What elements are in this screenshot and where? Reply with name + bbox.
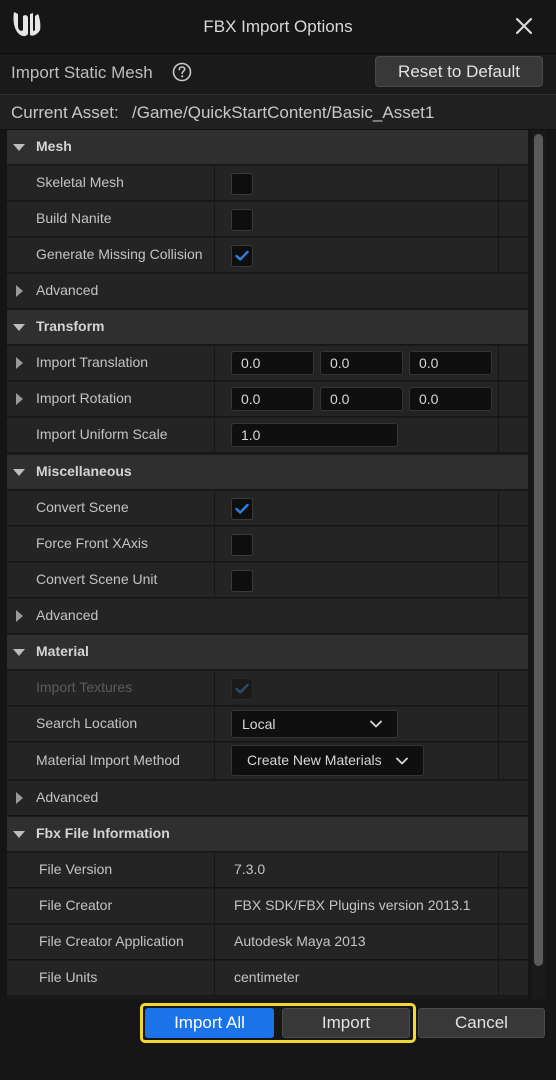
property-label: Convert Scene Unit	[36, 571, 158, 587]
checkmark-icon	[235, 250, 249, 261]
close-icon[interactable]	[512, 14, 536, 38]
uniform-scale-input[interactable]: 1.0	[231, 423, 398, 447]
category-label: Mesh	[36, 138, 72, 154]
convert-scene-unit-checkbox[interactable]	[231, 570, 253, 592]
property-value: 7.3.0	[234, 861, 266, 877]
expand-arrow-icon	[16, 792, 23, 804]
search-location-dropdown[interactable]: Local	[231, 710, 398, 738]
rotation-y-input[interactable]: 0.0	[320, 387, 403, 411]
category-label: Fbx File Information	[36, 825, 170, 841]
advanced-row-mesh[interactable]: Advanced	[7, 274, 528, 309]
properties-panel: Mesh Skeletal Mesh Build Nanite Generate…	[7, 130, 528, 999]
window-title: FBX Import Options	[203, 17, 353, 36]
property-row-convert-scene-unit: Convert Scene Unit	[7, 563, 528, 598]
chevron-down-icon	[370, 720, 382, 728]
category-material[interactable]: Material	[7, 635, 528, 670]
property-row-build-nanite: Build Nanite	[7, 202, 528, 237]
expand-arrow-icon	[16, 285, 23, 297]
cancel-button[interactable]: Cancel	[418, 1008, 545, 1038]
category-mesh[interactable]: Mesh	[7, 130, 528, 165]
scrollbar-thumb[interactable]	[534, 134, 543, 966]
property-value: FBX SDK/FBX Plugins version 2013.1	[234, 897, 471, 913]
property-label: File Version	[39, 861, 113, 877]
advanced-label: Advanced	[36, 789, 99, 805]
property-row-import-translation: Import Translation 0.0 0.0 0.0	[7, 346, 528, 381]
reset-to-default-button[interactable]: Reset to Default	[375, 56, 543, 87]
expand-arrow-icon	[16, 610, 23, 622]
collapse-arrow-icon	[13, 144, 25, 151]
property-label: Convert Scene	[36, 499, 129, 515]
property-label: File Creator Application	[39, 933, 184, 949]
chevron-down-icon	[396, 757, 408, 765]
category-fbx-file-information[interactable]: Fbx File Information	[7, 817, 528, 852]
property-label: Search Location	[36, 715, 138, 731]
property-label: Build Nanite	[36, 210, 112, 226]
property-row-force-front-xaxis: Force Front XAxis	[7, 527, 528, 562]
force-front-xaxis-checkbox[interactable]	[231, 534, 253, 556]
advanced-row-material[interactable]: Advanced	[7, 781, 528, 816]
import-all-button[interactable]: Import All	[145, 1008, 274, 1038]
checkmark-icon	[235, 683, 249, 694]
rotation-x-input[interactable]: 0.0	[231, 387, 314, 411]
collapse-arrow-icon	[13, 324, 25, 331]
current-asset-label: Current Asset:	[11, 103, 119, 122]
property-value: centimeter	[234, 969, 300, 985]
property-label: Material Import Method	[36, 752, 180, 768]
property-label: Import Translation	[36, 354, 149, 370]
property-row-skeletal-mesh: Skeletal Mesh	[7, 166, 528, 201]
property-label: Import Uniform Scale	[36, 426, 168, 442]
checkmark-icon	[235, 503, 249, 514]
property-row-file-units: File Units centimeter	[7, 961, 528, 996]
current-asset-row: Current Asset: /Game/QuickStartContent/B…	[0, 94, 556, 130]
expand-arrow-icon[interactable]	[16, 393, 23, 405]
dropdown-value: Local	[242, 716, 276, 732]
advanced-label: Advanced	[36, 607, 99, 623]
property-label: Skeletal Mesh	[36, 174, 124, 190]
property-row-file-creator: File Creator FBX SDK/FBX Plugins version…	[7, 889, 528, 924]
generate-collision-checkbox[interactable]	[231, 245, 253, 267]
property-row-import-rotation: Import Rotation 0.0 0.0 0.0	[7, 382, 528, 417]
help-icon[interactable]	[172, 62, 192, 82]
property-row-file-version: File Version 7.3.0	[7, 853, 528, 888]
import-textures-checkbox	[231, 678, 253, 700]
import-button[interactable]: Import	[282, 1008, 410, 1038]
property-value: Autodesk Maya 2013	[234, 933, 366, 949]
property-row-material-import-method: Material Import Method Create New Materi…	[7, 743, 528, 780]
collapse-arrow-icon	[13, 831, 25, 838]
category-label: Miscellaneous	[36, 463, 132, 479]
property-label: Generate Missing Collision	[36, 246, 203, 262]
rotation-z-input[interactable]: 0.0	[409, 387, 492, 411]
title-bar: FBX Import Options	[0, 0, 556, 54]
category-miscellaneous[interactable]: Miscellaneous	[7, 455, 528, 490]
property-row-uniform-scale: Import Uniform Scale 1.0	[7, 418, 528, 453]
convert-scene-checkbox[interactable]	[231, 498, 253, 520]
property-label: File Creator	[39, 897, 113, 913]
translation-x-input[interactable]: 0.0	[231, 351, 314, 375]
property-row-convert-scene: Convert Scene	[7, 491, 528, 526]
collapse-arrow-icon	[13, 649, 25, 656]
property-row-import-textures: Import Textures	[7, 671, 528, 706]
property-label: Import Rotation	[36, 390, 132, 406]
translation-y-input[interactable]: 0.0	[320, 351, 403, 375]
property-row-generate-collision: Generate Missing Collision	[7, 238, 528, 273]
advanced-row-misc[interactable]: Advanced	[7, 599, 528, 634]
current-asset-path: /Game/QuickStartContent/Basic_Asset1	[132, 103, 435, 122]
dropdown-value: Create New Materials	[247, 752, 382, 768]
collapse-arrow-icon	[13, 469, 25, 476]
property-label: Force Front XAxis	[36, 535, 149, 551]
property-label: File Units	[39, 969, 98, 985]
skeletal-mesh-checkbox[interactable]	[231, 173, 253, 195]
property-row-file-creator-application: File Creator Application Autodesk Maya 2…	[7, 925, 528, 960]
category-label: Transform	[36, 318, 105, 334]
build-nanite-checkbox[interactable]	[231, 209, 253, 231]
category-transform[interactable]: Transform	[7, 310, 528, 345]
property-label: Import Textures	[36, 679, 133, 695]
translation-z-input[interactable]: 0.0	[409, 351, 492, 375]
import-type-label: Import Static Mesh	[11, 63, 153, 82]
category-label: Material	[36, 643, 89, 659]
property-row-search-location: Search Location Local	[7, 707, 528, 742]
expand-arrow-icon[interactable]	[16, 357, 23, 369]
advanced-label: Advanced	[36, 282, 99, 298]
material-import-method-dropdown[interactable]: Create New Materials	[231, 745, 424, 776]
